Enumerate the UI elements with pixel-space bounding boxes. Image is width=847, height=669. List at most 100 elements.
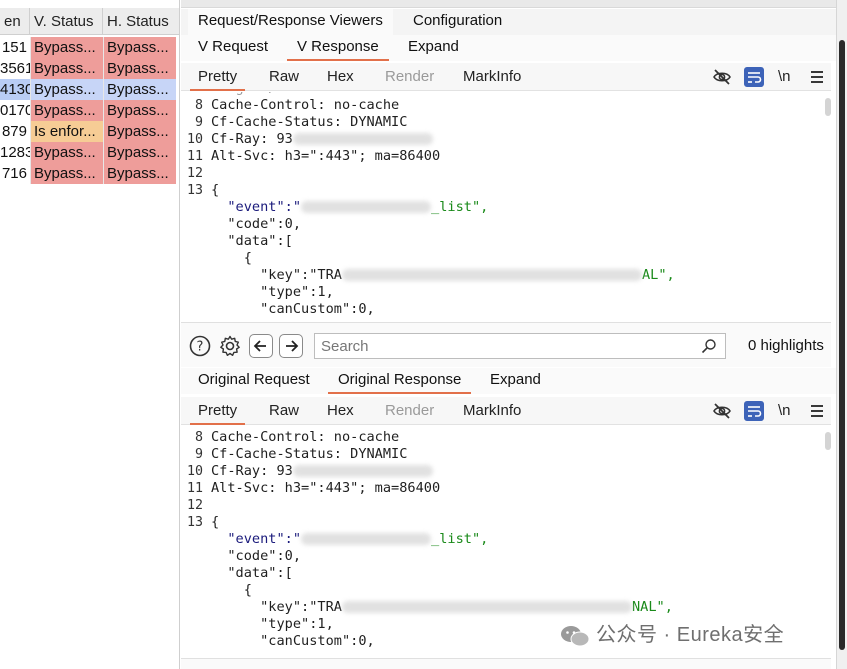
h-status-cell: Bypass... xyxy=(103,163,176,184)
line-number: 8 xyxy=(194,430,203,445)
search-previous-button[interactable] xyxy=(249,334,273,358)
tab-label: Expand xyxy=(490,371,541,388)
json-key-event: "event":" xyxy=(211,531,302,547)
tab-configuration[interactable]: Configuration xyxy=(403,9,512,35)
search-input[interactable] xyxy=(315,334,695,358)
tab-original-request[interactable]: Original Request xyxy=(188,368,320,394)
tab-label: Expand xyxy=(408,38,459,55)
json-key-key: "key":"TRA xyxy=(211,599,342,615)
tab-markinfo[interactable]: MarkInfo xyxy=(463,63,521,91)
window-scrollbar[interactable] xyxy=(836,0,847,669)
line-number: 12 xyxy=(186,498,203,513)
code-line: "code":0, xyxy=(211,548,302,564)
length-cell: 879 xyxy=(1,123,27,140)
tab-raw[interactable]: Raw xyxy=(269,397,299,425)
line-number: 10 xyxy=(186,464,203,479)
format-tabbar-bottom: Pretty Raw Hex Render MarkInfo \n xyxy=(181,397,831,425)
scrollbar-thumb[interactable] xyxy=(839,40,845,650)
tab-v-response[interactable]: V Response xyxy=(287,35,389,61)
search-icon[interactable] xyxy=(701,338,717,354)
editor-scrollbar[interactable] xyxy=(825,98,831,116)
code-line: { xyxy=(211,250,252,266)
code-line: "event":" _list", xyxy=(211,199,488,216)
tab-label: Original Response xyxy=(338,371,462,388)
table-row[interactable]: 3561 Bypass... Bypass... xyxy=(0,58,179,79)
wrap-lines-icon[interactable] xyxy=(744,401,764,421)
tab-pretty[interactable]: Pretty xyxy=(190,397,246,425)
column-header-h-status[interactable]: H. Status xyxy=(103,8,179,35)
table-row-selected[interactable]: 4130 Bypass... Bypass... xyxy=(0,79,179,100)
tab-pretty[interactable]: Pretty xyxy=(190,63,246,91)
settings-gear-icon[interactable] xyxy=(218,334,242,358)
help-icon[interactable]: ? xyxy=(189,335,211,357)
table-row[interactable]: 879 Is enfor... Bypass... xyxy=(0,121,179,142)
table-row[interactable]: 151 Bypass... Bypass... xyxy=(0,37,179,58)
code-line: "data":[ xyxy=(211,565,293,581)
response-editor-top[interactable]: Etag: W/"1a13-xxxxxxxxxxxxxxxxxxxxxxxx" … xyxy=(181,92,831,321)
active-tab-underline xyxy=(190,89,246,91)
code-line: Cf-Ray: 93 xyxy=(211,463,433,480)
tab-hex[interactable]: Hex xyxy=(327,63,354,91)
line-number: 13 xyxy=(186,515,203,530)
line-number: 8 xyxy=(194,98,203,113)
menu-icon[interactable] xyxy=(807,67,827,87)
newline-icon[interactable]: \n xyxy=(778,397,791,425)
json-string-tail: _list", xyxy=(431,531,489,547)
menu-icon[interactable] xyxy=(807,401,827,421)
line-number: 11 xyxy=(186,481,203,496)
main-tabbar: Request/Response Viewers Configuration xyxy=(181,9,836,35)
code-line: { xyxy=(211,514,220,530)
v-status-cell: Bypass... xyxy=(30,100,103,121)
search-toolbar-bottom xyxy=(181,658,831,669)
column-header-length[interactable]: en xyxy=(0,8,30,35)
column-header-v-status[interactable]: V. Status xyxy=(30,8,103,35)
hide-eye-icon[interactable] xyxy=(712,67,732,87)
line-number: 10 xyxy=(186,132,203,147)
tab-hex[interactable]: Hex xyxy=(327,397,354,425)
cf-ray-text: Cf-Ray: 93 xyxy=(211,131,293,147)
code-line: "key":"TRA NAL", xyxy=(211,599,673,616)
code-line: "data":[ xyxy=(211,233,293,249)
top-strip xyxy=(181,0,836,8)
line-number: 12 xyxy=(186,166,203,181)
tab-request-response-viewers[interactable]: Request/Response Viewers xyxy=(188,9,393,35)
v-status-cell: Bypass... xyxy=(30,79,103,100)
redacted-blur xyxy=(301,533,432,545)
tab-expand-bottom[interactable]: Expand xyxy=(480,368,551,394)
code-line: "code":0, xyxy=(211,216,302,232)
editor-scrollbar[interactable] xyxy=(825,432,831,450)
line-number: 9 xyxy=(194,447,203,462)
wrap-lines-icon[interactable] xyxy=(744,67,764,87)
newline-icon[interactable]: \n xyxy=(778,63,791,91)
tab-expand-top[interactable]: Expand xyxy=(398,35,469,61)
length-cell: 1283 xyxy=(0,144,30,161)
code-line: "canCustom":0, xyxy=(211,633,375,649)
tab-v-request[interactable]: V Request xyxy=(188,35,278,61)
line-number: 13 xyxy=(186,183,203,198)
code-line: Alt-Svc: h3=":443"; ma=86400 xyxy=(211,480,441,496)
code-line: "event":" _list", xyxy=(211,531,488,548)
code-line: "key":"TRA AL", xyxy=(211,267,675,284)
watermark: 公众号 · Eureka安全 xyxy=(560,620,784,650)
tab-render[interactable]: Render xyxy=(385,63,434,91)
table-row[interactable]: 1283 Bypass... Bypass... xyxy=(0,142,179,163)
hide-eye-icon[interactable] xyxy=(712,401,732,421)
search-next-button[interactable] xyxy=(279,334,303,358)
json-key-event: "event":" xyxy=(211,199,302,215)
v-status-cell: Bypass... xyxy=(30,163,103,184)
tab-raw[interactable]: Raw xyxy=(269,63,299,91)
arrow-right-icon xyxy=(286,340,299,352)
tab-markinfo[interactable]: MarkInfo xyxy=(463,397,521,425)
h-status-cell: Bypass... xyxy=(103,37,176,58)
tab-original-response[interactable]: Original Response xyxy=(328,368,472,394)
tab-label: V Request xyxy=(198,38,269,55)
table-row[interactable]: 716 Bypass... Bypass... xyxy=(0,163,179,184)
viewer-panel: Request/Response Viewers Configuration V… xyxy=(181,0,836,669)
redacted-blur xyxy=(292,133,433,145)
redacted-blur xyxy=(292,465,433,477)
table-row[interactable]: 0170 Bypass... Bypass... xyxy=(0,100,179,121)
line-number: 9 xyxy=(194,115,203,130)
svg-text:?: ? xyxy=(197,340,204,355)
line-number: 11 xyxy=(186,149,203,164)
tab-render[interactable]: Render xyxy=(385,397,434,425)
